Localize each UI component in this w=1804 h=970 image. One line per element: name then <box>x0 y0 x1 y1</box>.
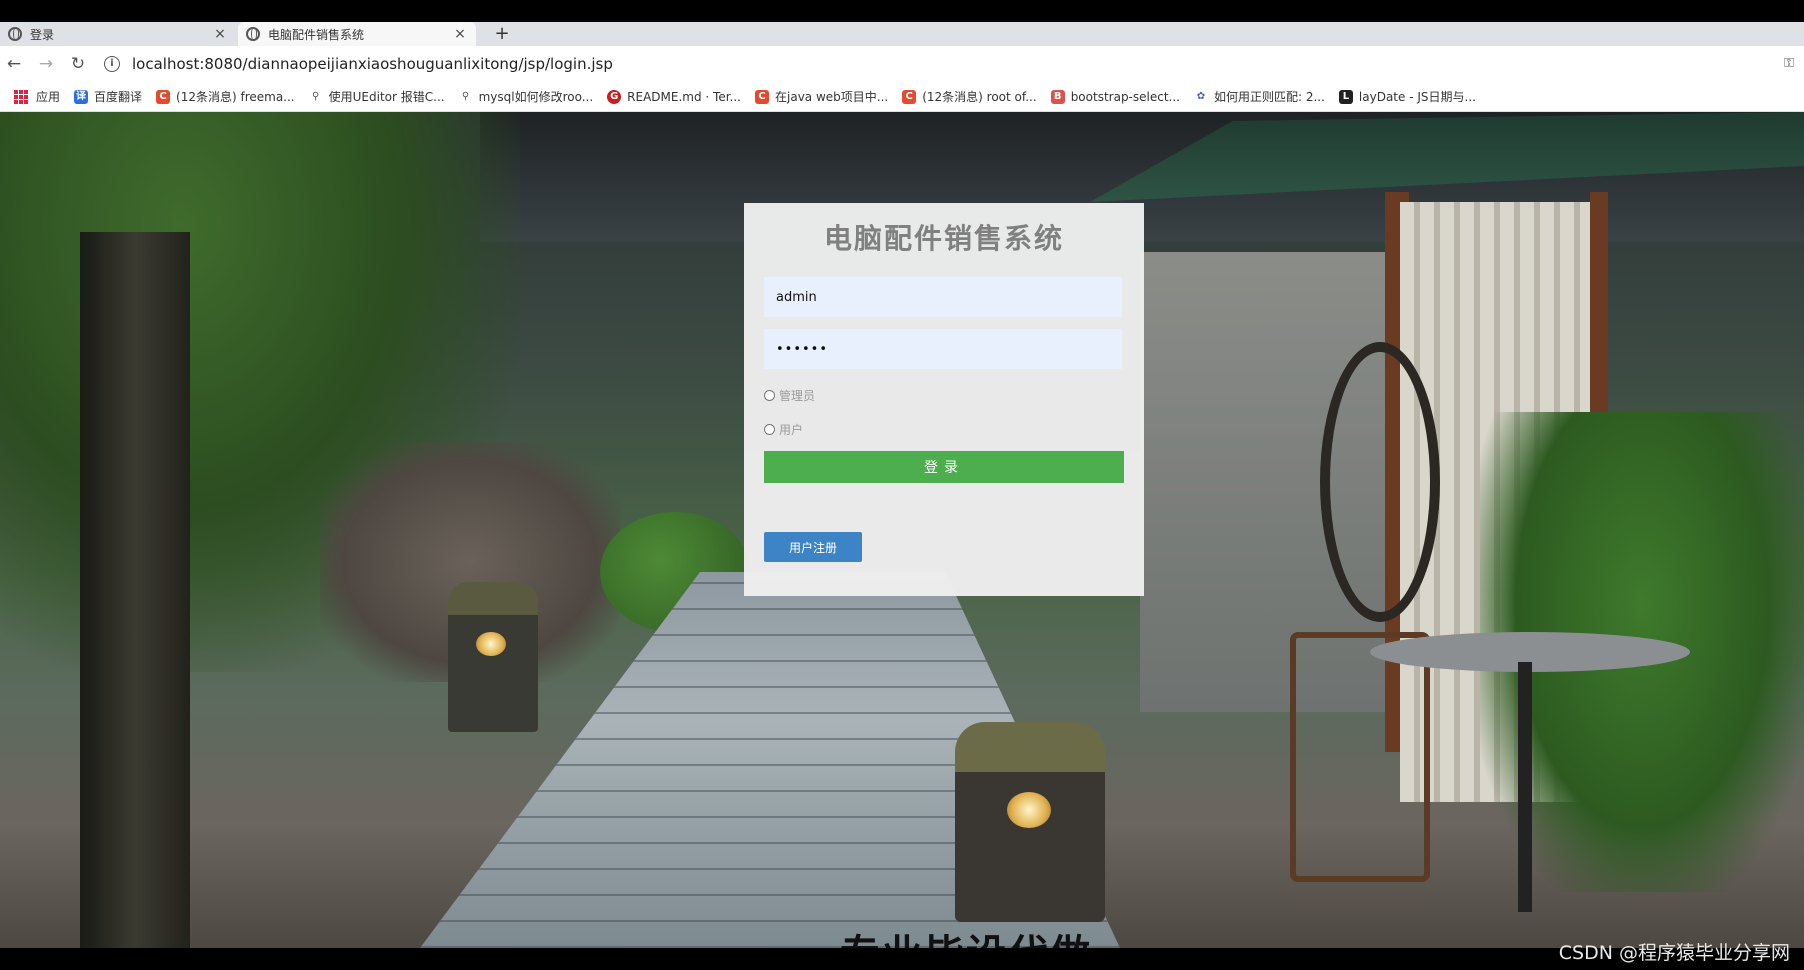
bookmarks-bar: 应用 译 百度翻译 C (12条消息) freema... ⚲ 使用UEdito… <box>0 82 1804 112</box>
bookmark-label: 如何用正则匹配: 2... <box>1213 90 1325 104</box>
bookmark-label: 使用UEditor 报错C... <box>328 90 445 104</box>
gitee-icon: G <box>607 89 622 104</box>
bookmark-label: layDate - JS日期与... <box>1358 90 1476 104</box>
radio-circle[interactable] <box>764 390 775 401</box>
watermark: CSDN @程序猿毕业分享网 <box>1558 942 1790 964</box>
water-wheel <box>1320 342 1440 622</box>
role-radio-user[interactable]: 用户 <box>764 421 803 438</box>
tab-title: 电脑配件销售系统 <box>268 27 365 42</box>
tab-strip: 登录 × 电脑配件销售系统 × <box>0 22 1804 46</box>
address-bar: ← → ↻ i localhost:8080/diannaopeijianxia… <box>0 46 1804 82</box>
url-field[interactable]: i localhost:8080/diannaopeijianxiaoshoug… <box>104 51 1764 77</box>
screen-top-border <box>0 0 1804 22</box>
bookmark-item[interactable]: B bootstrap-select... <box>1050 89 1180 104</box>
csdn-icon: C <box>902 89 917 104</box>
bookmark-label: 在java web项目中... <box>775 90 889 104</box>
tab-login[interactable]: 登录 × <box>0 22 236 46</box>
globe-icon <box>8 27 22 41</box>
ueditor-icon: ⚲ <box>311 90 320 102</box>
bookmark-item[interactable]: ⚲ 使用UEditor 报错C... <box>309 88 445 105</box>
forward-button[interactable]: → <box>36 54 56 74</box>
radio-circle[interactable] <box>764 424 775 435</box>
bookmark-label: (12条消息) freema... <box>176 90 295 104</box>
role-radio-admin[interactable]: 管理员 <box>764 387 815 404</box>
password-input[interactable]: •••••• <box>764 329 1122 369</box>
csdn-icon: C <box>156 89 171 104</box>
bookmark-label: README.md · Ter... <box>627 89 741 104</box>
key-icon[interactable]: ⚿ <box>1784 56 1794 71</box>
mysql-icon: ⚲ <box>461 90 470 102</box>
tab-title: 登录 <box>30 27 55 42</box>
bookmark-apps[interactable]: 应用 <box>14 88 60 105</box>
close-icon[interactable]: × <box>452 26 468 42</box>
table-leg <box>1518 662 1532 912</box>
tab-sales-system[interactable]: 电脑配件销售系统 × <box>238 22 476 46</box>
bookmark-label: bootstrap-select... <box>1070 89 1180 104</box>
lantern-light <box>1007 792 1051 828</box>
screen-bottom-border <box>0 948 1804 970</box>
back-button[interactable]: ← <box>4 54 24 74</box>
radio-label: 管理员 <box>779 389 816 403</box>
baidu-icon: ✿ <box>1196 90 1206 102</box>
bookmark-icon: B <box>1050 89 1065 104</box>
tree-trunk <box>80 232 190 948</box>
chair <box>1290 632 1430 882</box>
login-title: 电脑配件销售系统 <box>823 222 1064 255</box>
bookmark-item[interactable]: 译 百度翻译 <box>74 88 142 105</box>
globe-icon <box>246 27 260 41</box>
bookmark-label: 百度翻译 <box>94 90 143 104</box>
close-icon[interactable]: × <box>212 26 228 42</box>
bookmark-item[interactable]: ⚲ mysql如何修改roo... <box>459 88 594 105</box>
bookmark-label: (12条消息) root of... <box>922 90 1037 104</box>
lantern-light <box>476 632 506 656</box>
bookmark-item[interactable]: C 在java web项目中... <box>755 88 888 105</box>
bookmark-item[interactable]: C (12条消息) root of... <box>902 88 1037 105</box>
info-icon[interactable]: i <box>104 56 120 72</box>
stone-lantern <box>448 582 538 732</box>
login-button[interactable]: 登录 <box>764 451 1124 483</box>
reload-button[interactable]: ↻ <box>68 54 88 74</box>
stone-lantern <box>955 722 1105 922</box>
laydate-icon: L <box>1338 89 1353 104</box>
csdn-icon: C <box>755 89 769 104</box>
translate-icon: 译 <box>74 89 89 104</box>
bookmark-item[interactable]: L layDate - JS日期与... <box>1338 88 1476 105</box>
bookmark-item[interactable]: G README.md · Ter... <box>607 89 741 104</box>
bookmark-item[interactable]: ✿ 如何用正则匹配: 2... <box>1194 88 1325 105</box>
bookmark-label: 应用 <box>36 90 61 104</box>
url-text: localhost:8080/diannaopeijianxiaoshougua… <box>132 55 613 73</box>
bookmark-item[interactable]: C (12条消息) freema... <box>156 88 295 105</box>
radio-label: 用户 <box>779 423 804 437</box>
bookmark-label: mysql如何修改roo... <box>478 90 594 104</box>
username-input[interactable]: admin <box>764 277 1122 317</box>
login-panel: 电脑配件销售系统 admin •••••• 管理员 用户 登录 用户注册 <box>744 203 1144 596</box>
register-button[interactable]: 用户注册 <box>764 532 862 562</box>
new-tab-button[interactable]: + <box>492 22 512 46</box>
video-subtitle: 专业毕设代做 <box>840 922 1092 948</box>
apps-grid-icon <box>14 89 28 104</box>
